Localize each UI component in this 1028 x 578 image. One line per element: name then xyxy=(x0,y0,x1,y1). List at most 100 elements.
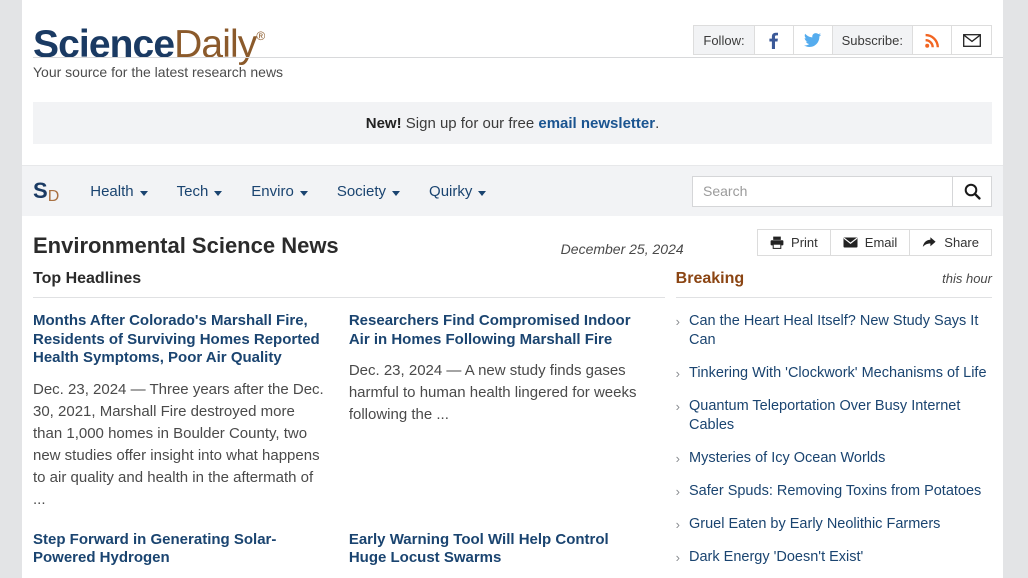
page-title: Environmental Science News xyxy=(33,233,339,258)
newsletter-banner: New! Sign up for our free email newslett… xyxy=(33,102,992,144)
list-item: › Gruel Eaten by Early Neolithic Farmers xyxy=(676,515,992,534)
main-navbar: SD Health Tech Enviro Society Quirky Sea… xyxy=(22,165,1003,216)
breaking-link[interactable]: Quantum Teleportation Over Busy Internet… xyxy=(689,397,992,435)
share-button[interactable]: Share xyxy=(910,230,991,255)
breaking-timeframe: this hour xyxy=(942,271,992,286)
chevron-right-icon: › xyxy=(675,550,681,565)
headline-title[interactable]: Early Warning Tool Will Help Control Hug… xyxy=(349,531,643,568)
chevron-down-icon xyxy=(478,190,487,196)
nav-item-label: Enviro xyxy=(251,182,294,200)
headline-title[interactable]: Researchers Find Compromised Indoor Air … xyxy=(349,312,643,349)
search-container xyxy=(692,175,992,207)
search-input[interactable] xyxy=(692,175,952,207)
search-button[interactable] xyxy=(952,175,992,207)
site-tagline: Your source for the latest research news xyxy=(33,64,284,80)
email-button[interactable]: Email xyxy=(830,230,911,255)
nav-item-quirky[interactable]: Quirky xyxy=(429,182,487,200)
list-item: › Tinkering With 'Clockwork' Mechanisms … xyxy=(676,364,992,383)
print-label: Print xyxy=(791,235,818,250)
envelope-icon xyxy=(962,33,981,47)
share-label: Share xyxy=(944,235,979,250)
twitter-icon xyxy=(804,33,822,47)
social-bar: Follow: Subscribe: xyxy=(693,25,992,55)
breaking-heading: Breaking this hour xyxy=(676,270,992,297)
chevron-down-icon xyxy=(299,190,308,196)
nav-logo-s: S xyxy=(33,178,48,203)
chevron-right-icon: › xyxy=(675,366,681,381)
headline-item: Early Warning Tool Will Help Control Hug… xyxy=(349,531,665,568)
newsletter-period: . xyxy=(655,114,660,132)
breaking-link[interactable]: Can the Heart Heal Itself? New Study Say… xyxy=(689,312,992,350)
page-actions: Print Email Share xyxy=(757,229,992,256)
breaking-divider xyxy=(675,297,992,298)
page-root: ScienceDaily® Your source for the latest… xyxy=(0,0,1028,578)
chevron-right-icon: › xyxy=(675,314,681,329)
headline-summary: Dec. 23, 2024 — Three years after the De… xyxy=(33,380,324,508)
sidebar-column: Breaking this hour › Can the Heart Heal … xyxy=(675,270,992,578)
chevron-right-icon: › xyxy=(675,399,681,414)
main-column: Top Headlines Months After Colorado's Ma… xyxy=(33,270,665,578)
facebook-link[interactable] xyxy=(754,26,794,54)
nav-logo-d: D xyxy=(47,188,60,205)
headline-item: Step Forward in Generating Solar-Powered… xyxy=(33,531,349,568)
share-arrow-icon xyxy=(923,237,936,247)
newsletter-link[interactable]: email newsletter xyxy=(538,115,655,132)
chevron-down-icon xyxy=(139,190,148,196)
magnifier-icon xyxy=(964,183,981,200)
list-item: › Dark Energy 'Doesn't Exist' xyxy=(676,548,992,567)
nav-item-society[interactable]: Society xyxy=(336,182,401,200)
nav-item-tech[interactable]: Tech xyxy=(177,183,223,200)
nav-item-enviro[interactable]: Enviro xyxy=(251,183,308,200)
twitter-link[interactable] xyxy=(793,26,833,54)
breaking-link[interactable]: Tinkering With 'Clockwork' Mechanisms of… xyxy=(689,364,987,383)
registered-trademark-icon: ® xyxy=(256,29,266,43)
breaking-link[interactable]: Safer Spuds: Removing Toxins from Potato… xyxy=(689,482,981,501)
headline-title[interactable]: Months After Colorado's Marshall Fire, R… xyxy=(33,312,327,368)
rss-link[interactable] xyxy=(913,26,952,54)
page-date: December 25, 2024 xyxy=(560,241,684,257)
site-logo[interactable]: ScienceDaily® xyxy=(33,14,265,67)
headline-item: Researchers Find Compromised Indoor Air … xyxy=(349,312,665,511)
nav-item-label: Quirky xyxy=(429,182,473,200)
chevron-down-icon xyxy=(214,190,223,196)
breaking-list: › Can the Heart Heal Itself? New Study S… xyxy=(676,312,992,567)
content-container: ScienceDaily® Your source for the latest… xyxy=(22,0,1003,578)
chevron-down-icon xyxy=(392,190,401,196)
envelope-icon xyxy=(843,237,858,248)
headline-summary: Dec. 23, 2024 — A new study finds gases … xyxy=(348,362,637,423)
follow-label: Follow: xyxy=(694,26,755,54)
body-columns: Top Headlines Months After Colorado's Ma… xyxy=(33,260,992,578)
chevron-right-icon: › xyxy=(675,451,681,466)
nav-items: Health Tech Enviro Society Quirky xyxy=(90,183,515,200)
email-label: Email xyxy=(864,235,898,250)
nav-item-label: Society xyxy=(336,182,387,200)
printer-icon xyxy=(770,236,784,249)
masthead-divider xyxy=(33,57,1003,58)
logo-science-text: Science xyxy=(33,23,175,66)
top-headlines-divider xyxy=(33,297,665,298)
headline-title[interactable]: Step Forward in Generating Solar-Powered… xyxy=(33,531,327,568)
chevron-right-icon: › xyxy=(675,517,681,532)
list-item: › Safer Spuds: Removing Toxins from Pota… xyxy=(676,482,992,501)
breaking-link[interactable]: Gruel Eaten by Early Neolithic Farmers xyxy=(689,515,940,534)
email-subscribe-link[interactable] xyxy=(952,26,991,54)
newsletter-badge: New! xyxy=(365,114,402,132)
top-headlines-heading: Top Headlines xyxy=(33,270,142,287)
chevron-right-icon: › xyxy=(675,484,681,499)
facebook-icon xyxy=(769,32,779,49)
page-title-row: Environmental Science News December 25, … xyxy=(33,216,992,260)
list-item: › Mysteries of Icy Ocean Worlds xyxy=(676,449,992,468)
breaking-label: Breaking xyxy=(675,270,745,287)
list-item: › Can the Heart Heal Itself? New Study S… xyxy=(676,312,992,350)
headline-grid: Months After Colorado's Marshall Fire, R… xyxy=(33,312,665,578)
nav-item-health[interactable]: Health xyxy=(90,182,148,200)
newsletter-text: Sign up for our free xyxy=(405,114,535,132)
breaking-link[interactable]: Dark Energy 'Doesn't Exist' xyxy=(689,548,863,567)
print-button[interactable]: Print xyxy=(758,230,831,255)
logo-daily-text: Daily xyxy=(174,23,257,66)
nav-home-logo[interactable]: SD xyxy=(33,178,60,205)
subscribe-label: Subscribe: xyxy=(832,26,913,54)
breaking-link[interactable]: Mysteries of Icy Ocean Worlds xyxy=(689,449,885,468)
rss-icon xyxy=(924,33,939,48)
nav-item-label: Health xyxy=(90,182,134,200)
